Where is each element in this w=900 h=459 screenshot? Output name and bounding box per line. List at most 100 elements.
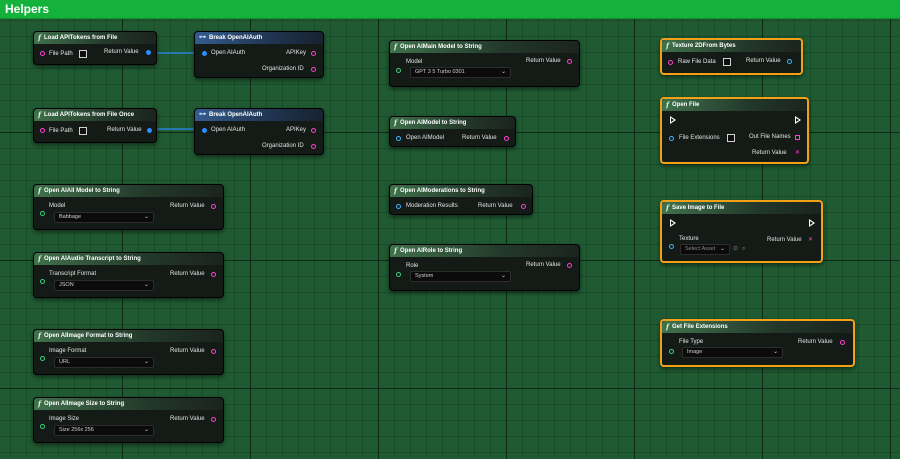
- model-dropdown[interactable]: Babbage ⌄: [54, 212, 154, 223]
- return-value-pin[interactable]: [787, 59, 792, 64]
- node-role[interactable]: f Open AIRole to String Role System ⌄ Retu…: [389, 244, 580, 291]
- use-asset-icon[interactable]: ⊙: [733, 245, 738, 253]
- return-value-label: Return Value: [746, 58, 781, 64]
- image-format-dropdown[interactable]: URL ⌄: [54, 357, 154, 368]
- node-title: Open AIModel to String: [400, 120, 467, 126]
- return-value-pin[interactable]: [567, 263, 572, 268]
- param-label: Model: [49, 203, 66, 209]
- raw-file-data-pin[interactable]: [668, 60, 673, 65]
- param-label: File Type: [679, 339, 704, 345]
- node-break-auth-1[interactable]: ⊶ Break OpenAIAuth Open AIAuth APIKey Org…: [194, 31, 324, 78]
- file-path-pin[interactable]: [40, 128, 45, 133]
- enum-pin[interactable]: [40, 424, 45, 429]
- out-file-names-label: Out File Names: [749, 134, 791, 140]
- browse-icon[interactable]: ⌕: [742, 245, 745, 253]
- node-title: Get File Extensions: [672, 324, 728, 330]
- moderation-results-pin[interactable]: [396, 204, 401, 209]
- param-label: Image Size: [49, 416, 80, 422]
- exec-out-icon[interactable]: [795, 116, 801, 124]
- node-get-file-extensions[interactable]: f Get File Extensions File Type Image ⌄ Re…: [660, 319, 855, 367]
- return-value-pin[interactable]: [211, 349, 216, 354]
- node-title: Break OpenAIAuth: [209, 35, 263, 41]
- return-value-label: Return Value: [170, 271, 205, 277]
- node-texture-from-bytes[interactable]: f Texture 2DFrom Bytes Raw File Data Retu…: [660, 38, 803, 75]
- param-label: Open AIModel: [406, 135, 445, 141]
- enum-pin[interactable]: [40, 356, 45, 361]
- function-icon: f: [394, 186, 398, 195]
- file-path-checkbox[interactable]: [79, 127, 87, 135]
- open-ai-auth-pin[interactable]: [202, 51, 207, 56]
- return-value-pin[interactable]: [504, 136, 509, 141]
- exec-in-icon[interactable]: [670, 219, 676, 227]
- function-icon: f: [394, 246, 398, 255]
- dropdown-value: URL: [59, 359, 71, 365]
- texture-pin[interactable]: [669, 244, 674, 249]
- node-save-image[interactable]: f Save Image to File Texture Select Asset…: [660, 200, 823, 263]
- enum-pin[interactable]: [40, 211, 45, 216]
- node-model[interactable]: f Open AIModel to String Open AIModel Ret…: [389, 116, 516, 147]
- org-id-pin[interactable]: [311, 144, 316, 149]
- node-load-tokens-once[interactable]: f Load APITokens from File Once File Path…: [33, 108, 157, 143]
- return-value-pin[interactable]: ✕: [795, 149, 800, 156]
- out-file-names-pin[interactable]: [795, 135, 800, 140]
- role-dropdown[interactable]: System ⌄: [410, 271, 511, 282]
- function-icon: f: [394, 42, 398, 51]
- open-ai-auth-pin[interactable]: [202, 128, 207, 133]
- node-audio-transcript[interactable]: f Open AIAudio Transcript to String Trans…: [33, 252, 224, 298]
- exec-in-icon[interactable]: [670, 116, 676, 124]
- raw-file-data-checkbox[interactable]: [723, 58, 731, 66]
- return-value-label: Return Value: [767, 237, 802, 243]
- enum-pin[interactable]: [396, 68, 401, 73]
- node-title: Open File: [672, 102, 700, 108]
- return-value-pin[interactable]: ✕: [808, 236, 813, 243]
- param-label: Model: [406, 59, 423, 65]
- node-all-model[interactable]: f Open AIAll Model to String Model Babbag…: [33, 184, 224, 230]
- api-key-pin[interactable]: [311, 128, 316, 133]
- dropdown-value: Image: [687, 349, 703, 355]
- node-break-auth-2[interactable]: ⊶ Break OpenAIAuth Open AIAuth APIKey Org…: [194, 108, 324, 155]
- return-value-pin[interactable]: [147, 128, 152, 133]
- api-key-pin[interactable]: [311, 51, 316, 56]
- node-image-format[interactable]: f Open AIImage Format to String Image For…: [33, 329, 224, 375]
- node-moderations[interactable]: f Open AIModerations to String Moderation…: [389, 184, 533, 215]
- exec-out-icon[interactable]: [809, 219, 815, 227]
- file-type-dropdown[interactable]: Image ⌄: [682, 347, 783, 358]
- node-image-size[interactable]: f Open AIImage Size to String Image Size …: [33, 397, 224, 443]
- return-value-pin[interactable]: [521, 204, 526, 209]
- return-value-pin[interactable]: [211, 417, 216, 422]
- enum-pin[interactable]: [669, 349, 674, 354]
- node-main-model[interactable]: f Open AIMain Model to String Model GPT 3…: [389, 40, 580, 87]
- return-value-pin[interactable]: [567, 59, 572, 64]
- file-extensions-pin[interactable]: [669, 136, 674, 141]
- open-ai-auth-label: Open AIAuth: [211, 127, 246, 133]
- open-ai-model-pin[interactable]: [396, 136, 401, 141]
- file-extensions-checkbox[interactable]: [727, 134, 735, 142]
- transcript-format-dropdown[interactable]: JSON ⌄: [54, 280, 154, 291]
- return-value-pin[interactable]: [211, 272, 216, 277]
- enum-pin[interactable]: [40, 279, 45, 284]
- function-icon: f: [38, 399, 42, 408]
- return-value-label: Return Value: [170, 348, 205, 354]
- main-model-dropdown[interactable]: GPT 3 5 Turbo 0301 ⌄: [410, 67, 511, 78]
- file-path-checkbox[interactable]: [79, 50, 87, 58]
- node-load-tokens[interactable]: f Load APITokens from File File Path Retu…: [33, 31, 157, 65]
- enum-pin[interactable]: [396, 272, 401, 277]
- org-id-pin[interactable]: [311, 67, 316, 72]
- org-id-label: Organization ID: [262, 143, 304, 149]
- function-icon: f: [38, 331, 42, 340]
- node-open-file[interactable]: f Open File File Extensions Out File Name…: [660, 97, 809, 164]
- file-path-pin[interactable]: [40, 51, 45, 56]
- function-icon: f: [38, 110, 42, 119]
- asset-picker[interactable]: Select Asset ⌄: [680, 244, 730, 255]
- param-label: File Extensions: [679, 135, 720, 141]
- return-value-pin[interactable]: [211, 204, 216, 209]
- function-icon: f: [394, 118, 398, 127]
- node-title: Open AIImage Size to String: [44, 401, 125, 407]
- function-icon: f: [666, 41, 670, 50]
- return-value-pin[interactable]: [840, 340, 845, 345]
- image-size-dropdown[interactable]: Size 256x 256 ⌄: [54, 425, 154, 436]
- return-value-label: Return Value: [798, 339, 833, 345]
- break-icon: ⊶: [199, 111, 206, 118]
- return-value-label: Return Value: [104, 49, 139, 55]
- return-value-pin[interactable]: [146, 50, 151, 55]
